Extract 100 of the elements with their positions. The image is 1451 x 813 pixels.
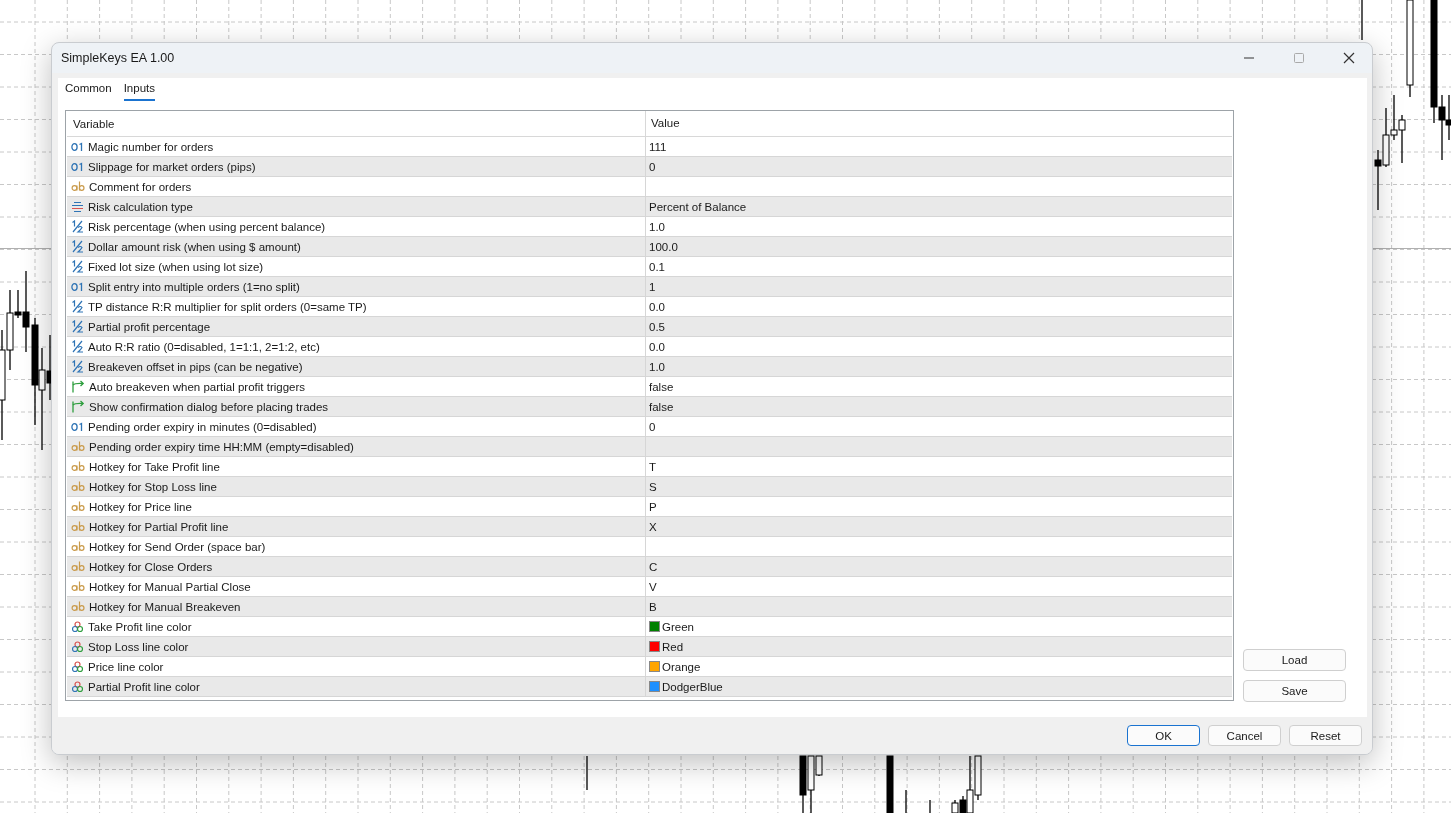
variable-value: T — [649, 460, 657, 473]
variable-value: 1.0 — [649, 220, 665, 233]
candlestick — [886, 755, 894, 813]
text-icon — [71, 441, 85, 452]
variable-value: Green — [662, 620, 694, 633]
variable-value: 0.0 — [649, 340, 665, 353]
dialog-button[interactable]: Cancel — [1208, 725, 1281, 746]
table-row[interactable]: Hotkey for Send Order (space bar) — [67, 537, 1232, 557]
variable-value: V — [649, 580, 657, 593]
variable-name: Partial profit percentage — [88, 320, 211, 333]
number-icon — [71, 141, 84, 152]
dialog-button[interactable]: Reset — [1289, 725, 1362, 746]
text-icon — [71, 581, 85, 592]
load-button[interactable]: Load — [1243, 649, 1346, 671]
variable-value: P — [649, 500, 657, 513]
candlestick — [929, 799, 931, 813]
variable-name: Fixed lot size (when using lot size) — [88, 260, 264, 273]
text-icon — [71, 601, 85, 612]
variable-name: Breakeven offset in pips (can be negative) — [88, 360, 303, 373]
fraction-icon — [71, 360, 84, 373]
column-header: Value — [645, 111, 1232, 136]
table-row[interactable]: Magic number for orders 111 — [67, 137, 1232, 157]
variable-value: 111 — [649, 140, 667, 153]
table-row[interactable]: Comment for orders — [67, 177, 1232, 197]
table-row[interactable]: Hotkey for Take Profit line T — [67, 457, 1232, 477]
table-row[interactable]: Hotkey for Manual Breakeven B — [67, 597, 1232, 617]
branch-arrow-icon — [71, 400, 85, 413]
color-circles-icon — [71, 640, 84, 653]
table-row[interactable]: Split entry into multiple orders (1=no split) 1 — [67, 277, 1232, 297]
table-row[interactable]: Risk percentage (when using percent balance) 1.0 — [67, 217, 1232, 237]
candlestick — [586, 755, 588, 791]
table-row[interactable]: TP distance R:R multiplier for split orders (0=same TP) 0.0 — [67, 297, 1232, 317]
variable-value: false — [649, 400, 674, 413]
table-row[interactable]: Risk calculation type Percent of Balance — [67, 197, 1232, 217]
variable-name: Pending order expiry in minutes (0=disabled) — [88, 420, 317, 433]
variable-name: Partial Profit line color — [88, 680, 200, 693]
variable-name: Auto R:R ratio (0=disabled, 1=1:1, 2=1:2, etc) — [88, 340, 320, 353]
variable-name: Stop Loss line color — [88, 640, 189, 653]
color-circles-icon — [71, 620, 84, 633]
variable-name: Comment for orders — [89, 180, 192, 193]
table-row[interactable]: Take Profit line color Green — [67, 617, 1232, 637]
table-row[interactable]: Slippage for market orders (pips) 0 — [67, 157, 1232, 177]
tab[interactable]: Common — [65, 82, 112, 101]
variable-name: Take Profit line color — [88, 620, 192, 633]
table-row[interactable]: Partial profit percentage 0.5 — [67, 317, 1232, 337]
variable-name: Hotkey for Partial Profit line — [89, 520, 229, 533]
branch-arrow-icon — [71, 380, 85, 393]
variable-value: Orange — [662, 660, 701, 673]
table-row[interactable]: Hotkey for Price line P — [67, 497, 1232, 517]
table-row[interactable]: Hotkey for Manual Partial Close V — [67, 577, 1232, 597]
close-icon[interactable] — [1343, 52, 1355, 64]
table-row[interactable]: Pending order expiry in minutes (0=disabled) 0 — [67, 417, 1232, 437]
fraction-icon — [71, 300, 84, 313]
list-icon — [71, 200, 84, 213]
dialog-button[interactable]: OK — [1127, 725, 1200, 746]
table-row[interactable]: Hotkey for Partial Profit line X — [67, 517, 1232, 537]
table-row[interactable]: Hotkey for Close Orders C — [67, 557, 1232, 577]
table-row[interactable]: Auto R:R ratio (0=disabled, 1=1:1, 2=1:2, etc) 0.0 — [67, 337, 1232, 357]
text-icon — [71, 181, 85, 192]
number-icon — [71, 161, 84, 172]
variable-value: false — [649, 380, 674, 393]
table-row[interactable]: Pending order expiry time HH:MM (empty=disabled) — [67, 437, 1232, 457]
table-row[interactable]: Hotkey for Stop Loss line S — [67, 477, 1232, 497]
text-icon — [71, 461, 85, 472]
table-row[interactable]: Stop Loss line color Red — [67, 637, 1232, 657]
variable-name: Price line color — [88, 660, 164, 673]
variable-name: Hotkey for Send Order (space bar) — [89, 540, 266, 553]
variable-value: X — [649, 520, 657, 533]
variable-name: Show confirmation dialog before placing trades — [89, 400, 329, 413]
table-row[interactable]: Partial Profit line color DodgerBlue — [67, 677, 1232, 697]
variable-value: 1.0 — [649, 360, 665, 373]
fraction-icon — [71, 320, 84, 333]
variable-name: TP distance R:R multiplier for split orders (0=same TP) — [88, 300, 367, 313]
variable-value: C — [649, 560, 658, 573]
variable-value: Red — [662, 640, 684, 653]
tab[interactable]: Inputs — [123, 82, 155, 101]
variable-value: 0 — [649, 160, 656, 173]
variable-name: Hotkey for Stop Loss line — [89, 480, 217, 493]
variable-name: Hotkey for Take Profit line — [89, 460, 220, 473]
fraction-icon — [71, 220, 84, 233]
color-circles-icon — [71, 680, 84, 693]
variable-name: Risk percentage (when using percent balance) — [88, 220, 326, 233]
table-row[interactable]: Price line color Orange — [67, 657, 1232, 677]
variable-value: 1 — [649, 280, 656, 293]
variable-name: Dollar amount risk (when using $ amount) — [88, 240, 301, 253]
table-row[interactable]: Auto breakeven when partial profit triggers false — [67, 377, 1232, 397]
table-row[interactable]: Show confirmation dialog before placing trades false — [67, 397, 1232, 417]
variable-value: 0 — [649, 420, 656, 433]
fraction-icon — [71, 260, 84, 273]
save-button[interactable]: Save — [1243, 680, 1346, 702]
text-icon — [71, 541, 85, 552]
table-row[interactable]: Dollar amount risk (when using $ amount) 100.0 — [67, 237, 1232, 257]
variable-value: 0.1 — [649, 260, 665, 273]
text-icon — [71, 561, 85, 572]
variable-name: Pending order expiry time HH:MM (empty=disabled) — [89, 440, 354, 453]
table-row[interactable]: Fixed lot size (when using lot size) 0.1 — [67, 257, 1232, 277]
variable-value: 100.0 — [649, 240, 678, 253]
text-icon — [71, 481, 85, 492]
variable-value: B — [649, 600, 657, 613]
table-row[interactable]: Breakeven offset in pips (can be negative) 1.0 — [67, 357, 1232, 377]
